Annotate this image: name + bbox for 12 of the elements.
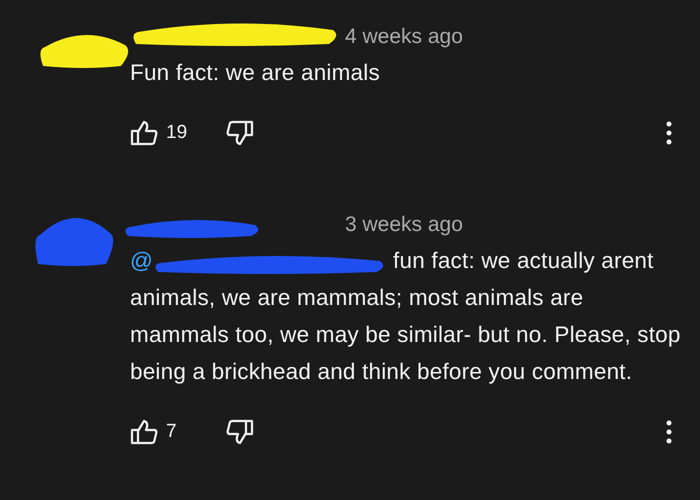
timestamp: 3 weeks ago — [345, 212, 463, 238]
more-options-icon[interactable] — [666, 420, 672, 444]
timestamp: 4 weeks ago — [345, 24, 463, 50]
more-options-icon[interactable] — [666, 121, 672, 145]
comment-text: Fun fact: we are animals — [130, 59, 381, 87]
comment-text: @ fun fact: we actually arent animals, we are mammals; most animals are mammals too, we may be similar- but no. Please, stop being a brickhead and think before you comment. — [130, 247, 682, 386]
thumbs-down-icon[interactable] — [226, 419, 254, 445]
thumbs-up-icon[interactable] — [130, 419, 158, 445]
thumbs-down-icon[interactable] — [226, 120, 254, 146]
like-count: 7 — [166, 420, 178, 444]
like-count: 19 — [166, 120, 188, 145]
thumbs-up-icon[interactable] — [130, 120, 158, 146]
